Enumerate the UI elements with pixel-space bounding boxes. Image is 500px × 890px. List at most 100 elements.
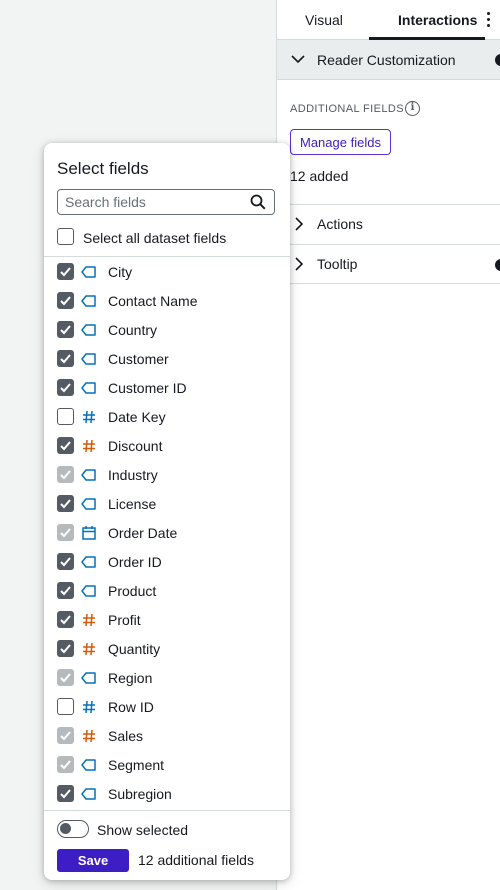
- field-row[interactable]: Subregion: [44, 779, 290, 808]
- field-checkbox[interactable]: [57, 263, 74, 280]
- field-name: Profit: [108, 612, 141, 628]
- field-checkbox[interactable]: [57, 321, 74, 338]
- save-button[interactable]: Save: [57, 849, 129, 872]
- dimension-tag-icon: [81, 757, 97, 773]
- field-name: Customer ID: [108, 380, 187, 396]
- field-row[interactable]: Quantity: [44, 634, 290, 663]
- accordion-actions[interactable]: Actions: [277, 204, 500, 244]
- field-row[interactable]: Contact Name: [44, 286, 290, 315]
- additional-fields-count: 12 additional fields: [138, 852, 254, 868]
- field-row[interactable]: Customer ID: [44, 373, 290, 402]
- dimension-tag-icon: [81, 293, 97, 309]
- divider: [44, 810, 290, 811]
- field-checkbox: [57, 466, 74, 483]
- field-name: Segment: [108, 757, 165, 773]
- additional-fields-label: ADDITIONAL FIELDS: [290, 103, 404, 115]
- search-icon[interactable]: [250, 194, 266, 210]
- dimension-tag-icon: [81, 380, 97, 396]
- show-selected-label: Show selected: [97, 822, 189, 838]
- field-checkbox[interactable]: [57, 611, 74, 628]
- info-icon[interactable]: i: [405, 101, 420, 116]
- dimension-tag-icon: [81, 496, 97, 512]
- manage-fields-button[interactable]: Manage fields: [290, 129, 391, 155]
- field-row[interactable]: Customer: [44, 344, 290, 373]
- tab-interactions[interactable]: Interactions: [398, 12, 477, 28]
- field-name: Region: [108, 670, 153, 686]
- field-row[interactable]: Row ID: [44, 692, 290, 721]
- field-row[interactable]: Product: [44, 576, 290, 605]
- field-checkbox: [57, 727, 74, 744]
- dimension-tag-icon: [81, 467, 97, 483]
- reader-customization-header[interactable]: Reader Customization: [277, 40, 500, 80]
- field-name: Sales: [108, 728, 144, 744]
- calendar-icon: [81, 525, 97, 541]
- field-name: Product: [108, 583, 157, 599]
- measure-hash-icon: [81, 409, 97, 425]
- field-name: Customer: [108, 351, 169, 367]
- dimension-tag-icon: [81, 670, 97, 686]
- field-checkbox[interactable]: [57, 292, 74, 309]
- field-checkbox[interactable]: [57, 698, 74, 715]
- dimension-tag-icon: [81, 786, 97, 802]
- field-row[interactable]: Sales: [44, 721, 290, 750]
- more-options-icon[interactable]: [486, 12, 492, 30]
- tab-visual[interactable]: Visual: [305, 12, 343, 28]
- field-row[interactable]: Profit: [44, 605, 290, 634]
- field-row[interactable]: City: [44, 257, 290, 286]
- field-checkbox[interactable]: [57, 350, 74, 367]
- dimension-tag-icon: [81, 264, 97, 280]
- field-checkbox[interactable]: [57, 379, 74, 396]
- field-name: City: [108, 264, 133, 280]
- measure-hash-icon: [81, 699, 97, 715]
- field-row[interactable]: Order ID: [44, 547, 290, 576]
- field-row[interactable]: Industry: [44, 460, 290, 489]
- field-name: Row ID: [108, 699, 154, 715]
- field-name: Discount: [108, 438, 163, 454]
- dimension-tag-icon: [81, 351, 97, 367]
- measure-hash-icon: [81, 438, 97, 454]
- field-checkbox[interactable]: [57, 553, 74, 570]
- field-row[interactable]: Order Date: [44, 518, 290, 547]
- field-checkbox: [57, 669, 74, 686]
- field-checkbox[interactable]: [57, 582, 74, 599]
- dimension-tag-icon: [81, 554, 97, 570]
- field-name: Country: [108, 322, 158, 338]
- select-all-label: Select all dataset fields: [83, 230, 227, 246]
- field-checkbox[interactable]: [57, 785, 74, 802]
- field-name: Date Key: [108, 409, 166, 425]
- field-checkbox: [57, 524, 74, 541]
- field-checkbox[interactable]: [57, 408, 74, 425]
- measure-hash-icon: [81, 728, 97, 744]
- section-title: Reader Customization: [317, 52, 456, 68]
- field-row[interactable]: Date Key: [44, 402, 290, 431]
- field-checkbox[interactable]: [57, 640, 74, 657]
- field-name: Industry: [108, 467, 158, 483]
- show-selected-toggle[interactable]: [57, 820, 89, 838]
- field-name: Order ID: [108, 554, 162, 570]
- field-name: Contact Name: [108, 293, 198, 309]
- search-input[interactable]: [65, 193, 235, 211]
- accordion-tooltip[interactable]: Tooltip: [277, 244, 500, 284]
- measure-hash-icon: [81, 612, 97, 628]
- dimension-tag-icon: [81, 322, 97, 338]
- field-checkbox[interactable]: [57, 437, 74, 454]
- field-row[interactable]: Country: [44, 315, 290, 344]
- field-checkbox: [57, 756, 74, 773]
- accordion-label: Actions: [317, 216, 363, 232]
- field-row[interactable]: License: [44, 489, 290, 518]
- status-dot: [495, 54, 500, 66]
- field-name: Quantity: [108, 641, 161, 657]
- status-dot: [495, 259, 500, 271]
- chevron-down-icon: [291, 55, 305, 64]
- field-row[interactable]: Discount: [44, 431, 290, 460]
- chevron-right-icon: [295, 217, 304, 231]
- field-name: Order Date: [108, 525, 178, 541]
- field-checkbox[interactable]: [57, 495, 74, 512]
- field-row[interactable]: Segment: [44, 750, 290, 779]
- field-row[interactable]: Region: [44, 663, 290, 692]
- select-all-checkbox[interactable]: [57, 228, 74, 245]
- field-name: Subregion: [108, 786, 172, 802]
- measure-hash-icon: [81, 641, 97, 657]
- dimension-tag-icon: [81, 583, 97, 599]
- panel-tabs: Visual Interactions: [277, 0, 500, 40]
